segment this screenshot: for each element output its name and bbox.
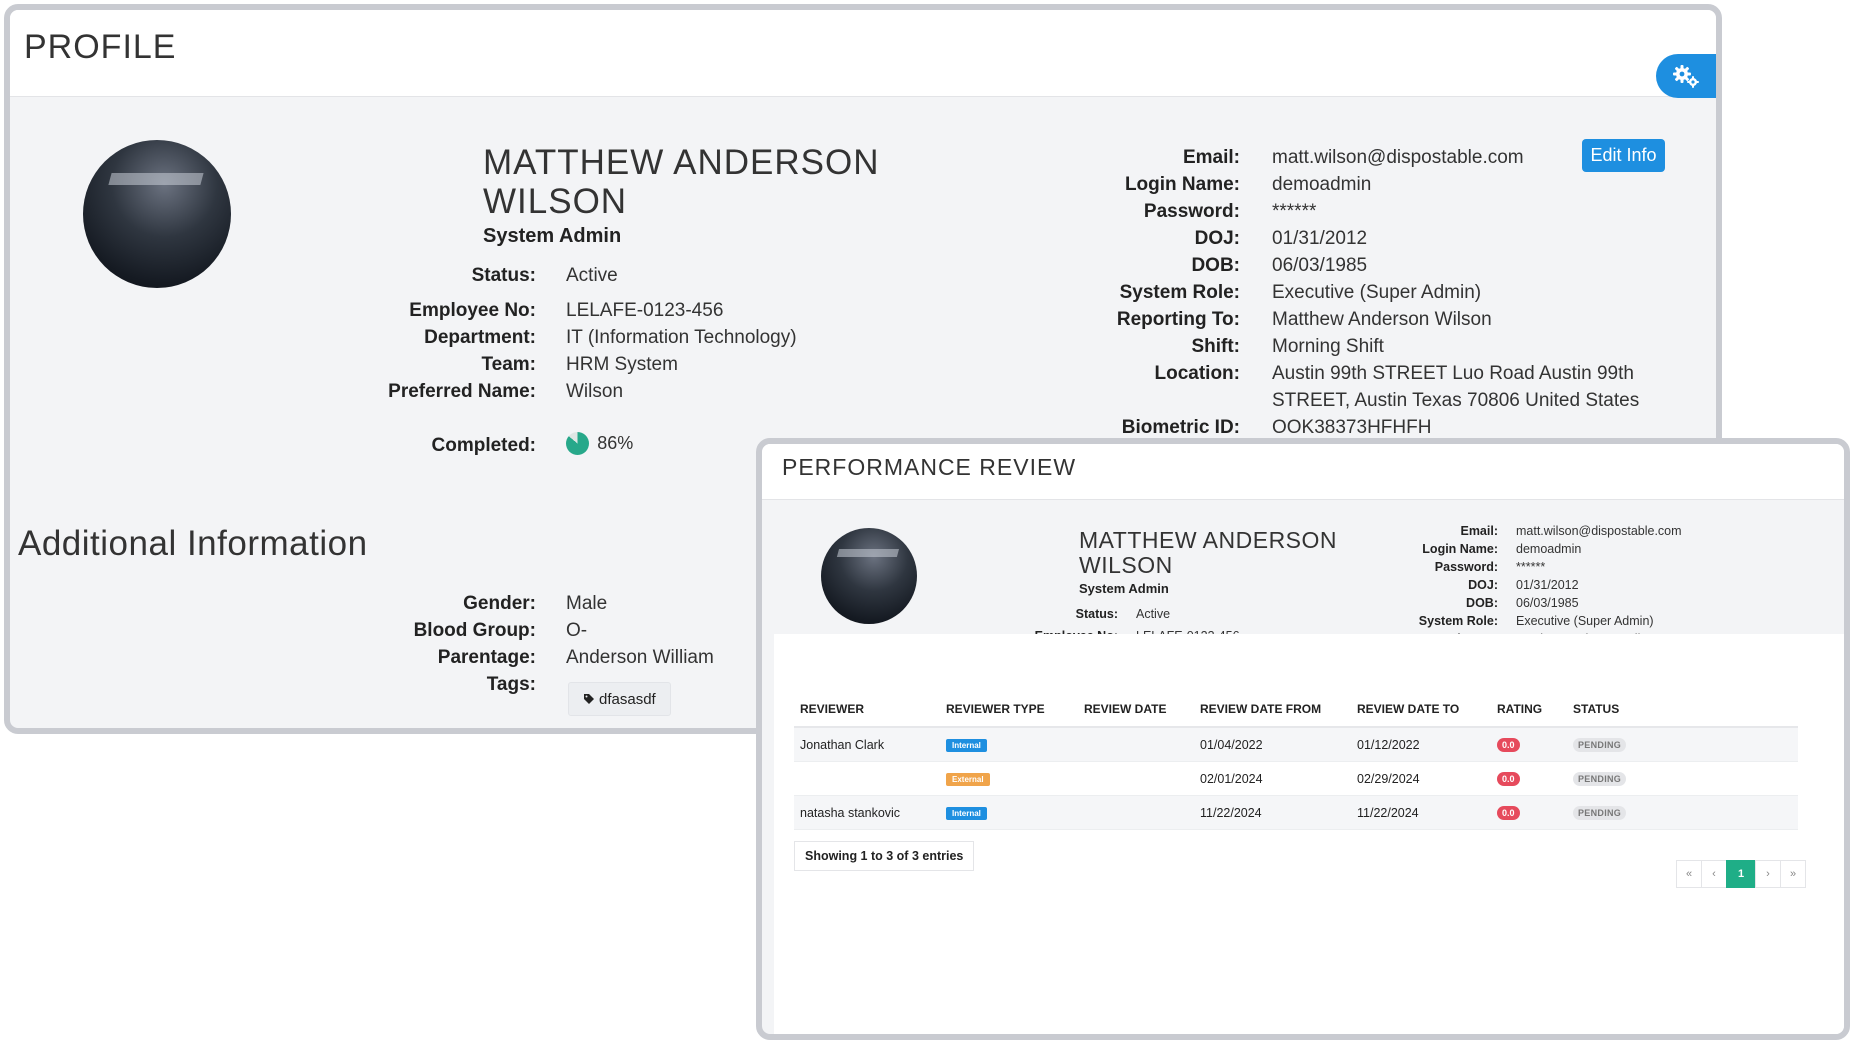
pager-first-button[interactable]: «	[1676, 860, 1702, 888]
cell-review-date	[1078, 795, 1194, 830]
employee-name-line1: MATTHEW ANDERSON	[483, 143, 880, 182]
gears-icon	[1673, 65, 1699, 88]
tag-label: dfasasdf	[599, 690, 656, 708]
tag-chip[interactable]: dfasasdf	[568, 682, 671, 716]
table-row[interactable]: natasha stankovic Internal 11/22/2024 11…	[794, 795, 1798, 830]
cell-review-date	[1078, 761, 1194, 796]
reviewer-type-badge: External	[946, 773, 990, 786]
settings-button[interactable]	[1656, 54, 1716, 98]
pagination: « ‹ 1 › »	[1676, 860, 1806, 888]
completion-pie-icon	[566, 432, 589, 455]
review-avatar	[821, 528, 917, 624]
status-badge: PENDING	[1573, 772, 1627, 786]
rating-badge: 0.0	[1497, 772, 1520, 786]
col-review-date-to[interactable]: REVIEW DATE TO	[1351, 692, 1491, 728]
pager-prev-button[interactable]: ‹	[1701, 860, 1727, 888]
cell-reviewer	[794, 761, 940, 796]
profile-header: PROFILE	[10, 10, 1716, 98]
col-status[interactable]: STATUS	[1567, 692, 1798, 728]
col-reviewer[interactable]: REVIEWER	[794, 692, 940, 728]
cell-date-from: 11/22/2024	[1194, 795, 1351, 830]
pager-page-1[interactable]: 1	[1726, 860, 1756, 888]
profile-title: PROFILE	[24, 28, 177, 66]
cell-reviewer: natasha stankovic	[794, 795, 940, 830]
completion-value: 86%	[597, 432, 634, 453]
col-review-date[interactable]: REVIEW DATE	[1078, 692, 1194, 728]
reviewer-type-badge: Internal	[946, 739, 987, 752]
table-info: Showing 1 to 3 of 3 entries	[794, 841, 975, 871]
cell-date-to: 11/22/2024	[1351, 795, 1491, 830]
table-row[interactable]: External 02/01/2024 02/29/2024 0.0 PENDI…	[794, 761, 1798, 796]
cell-review-date	[1078, 727, 1194, 762]
performance-review-card: PERFORMANCE REVIEW MATTHEW ANDERSON WILS…	[756, 438, 1850, 1040]
table-header-row: REVIEWER REVIEWER TYPE REVIEW DATE REVIE…	[794, 692, 1798, 728]
employee-role: System Admin	[483, 225, 622, 247]
additional-info-title: Additional Information	[18, 524, 368, 563]
pager-last-button[interactable]: »	[1780, 860, 1806, 888]
review-employee-name: MATTHEW ANDERSON WILSON	[1079, 528, 1337, 578]
col-review-date-from[interactable]: REVIEW DATE FROM	[1194, 692, 1351, 728]
reviewer-type-badge: Internal	[946, 807, 987, 820]
status-badge: PENDING	[1573, 738, 1627, 752]
edit-info-button[interactable]: Edit Info	[1582, 139, 1665, 172]
review-table: REVIEWER REVIEWER TYPE REVIEW DATE REVIE…	[794, 692, 1798, 830]
pager-next-button[interactable]: ›	[1755, 860, 1781, 888]
review-header: PERFORMANCE REVIEW	[762, 444, 1844, 500]
cell-date-from: 01/04/2022	[1194, 727, 1351, 762]
review-employee-role: System Admin	[1079, 581, 1169, 596]
table-row[interactable]: Jonathan Clark Internal 01/04/2022 01/12…	[794, 727, 1798, 762]
review-name-line1: MATTHEW ANDERSON	[1079, 527, 1338, 553]
employee-name-line2: WILSON	[483, 182, 628, 221]
rating-badge: 0.0	[1497, 738, 1520, 752]
review-name-line2: WILSON	[1079, 552, 1173, 578]
cell-date-from: 02/01/2024	[1194, 761, 1351, 796]
review-table-panel: REVIEWER REVIEWER TYPE REVIEW DATE REVIE…	[774, 634, 1844, 1034]
cell-date-to: 02/29/2024	[1351, 761, 1491, 796]
employee-name: MATTHEW ANDERSON WILSON	[483, 143, 879, 221]
review-title: PERFORMANCE REVIEW	[782, 454, 1077, 480]
cell-date-to: 01/12/2022	[1351, 727, 1491, 762]
status-badge: PENDING	[1573, 806, 1627, 820]
avatar	[83, 140, 231, 288]
rating-badge: 0.0	[1497, 806, 1520, 820]
cell-reviewer: Jonathan Clark	[794, 727, 940, 762]
tag-icon	[584, 694, 594, 704]
col-reviewer-type[interactable]: REVIEWER TYPE	[940, 692, 1078, 728]
col-rating[interactable]: RATING	[1491, 692, 1567, 728]
